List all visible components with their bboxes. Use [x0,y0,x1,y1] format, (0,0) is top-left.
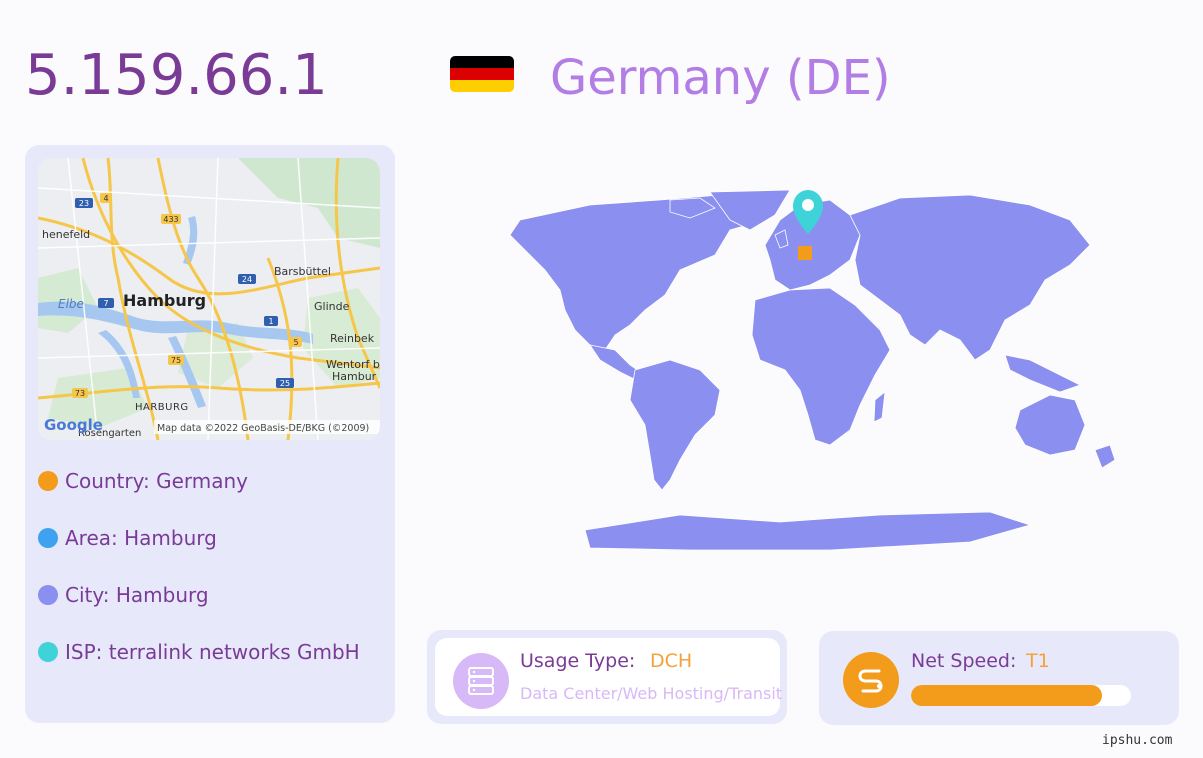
blue-dot-icon [38,528,58,548]
teal-dot-icon [38,642,58,662]
net-speed-value: T1 [1026,650,1050,672]
road-badge-4: 4 [103,194,108,203]
asia-shape [849,194,1091,361]
germany-highlight [798,246,812,260]
info-city: City: Hamburg [38,580,209,610]
road-badge-1: 1 [268,317,273,326]
world-map [509,189,1116,551]
server-icon [453,653,509,709]
orange-dot-icon [38,471,58,491]
net-speed-bar [911,685,1131,706]
south-america-shape [629,359,721,491]
map-label-hamburg: Hamburg [123,291,206,310]
net-speed-label: Net Speed: [911,650,1017,672]
map-label-barsbuttel: Barsbüttel [274,265,331,278]
map-label-harburg: HARBURG [135,402,189,413]
net-speed-bar-fill [911,685,1103,706]
road-badge-5: 5 [293,338,298,347]
map-attribution[interactable]: Map data ©2022 GeoBasis-DE/BKG (©2009) [157,423,369,434]
germany-flag-icon [450,56,514,92]
map-label-reinbek: Reinbek [330,332,375,345]
watermark: ipshu.com [1102,733,1173,748]
map-label-hamburg-small: Hambur [332,370,377,383]
road-badge-7: 7 [103,299,108,308]
road-badge-25: 25 [280,379,290,388]
road-badge-73: 73 [75,389,85,398]
usage-type-value: DCH [650,650,693,672]
info-isp: ISP: terralink networks GmbH [38,637,360,667]
info-country: Country: Germany [38,466,248,496]
info-city-text: City: Hamburg [65,583,209,607]
usage-type-description: Data Center/Web Hosting/Transit [520,684,783,703]
speed-icon [843,652,899,708]
ip-address: 5.159.66.1 [25,43,328,108]
road-badge-23: 23 [79,199,89,208]
usage-type-label: Usage Type: [520,650,636,672]
australia-shape [1014,394,1086,456]
local-map[interactable]: 23 4 433 24 7 1 5 75 73 25 Hamburg Elbe … [38,158,380,440]
road-badge-433: 433 [163,215,178,224]
info-isp-text: ISP: terralink networks GmbH [65,640,360,664]
road-badge-75: 75 [171,356,181,365]
info-area-text: Area: Hamburg [65,526,217,550]
road-badge-24: 24 [242,275,252,284]
violet-dot-icon [38,585,58,605]
map-label-glinde: Glinde [314,300,350,313]
google-logo: Google [44,416,103,434]
map-label-elbe: Elbe [58,297,84,311]
map-label-henefeld: henefeld [42,228,90,241]
info-country-text: Country: Germany [65,469,249,493]
africa-shape [751,287,891,446]
info-area: Area: Hamburg [38,523,217,553]
country-title: Germany (DE) [550,50,891,106]
